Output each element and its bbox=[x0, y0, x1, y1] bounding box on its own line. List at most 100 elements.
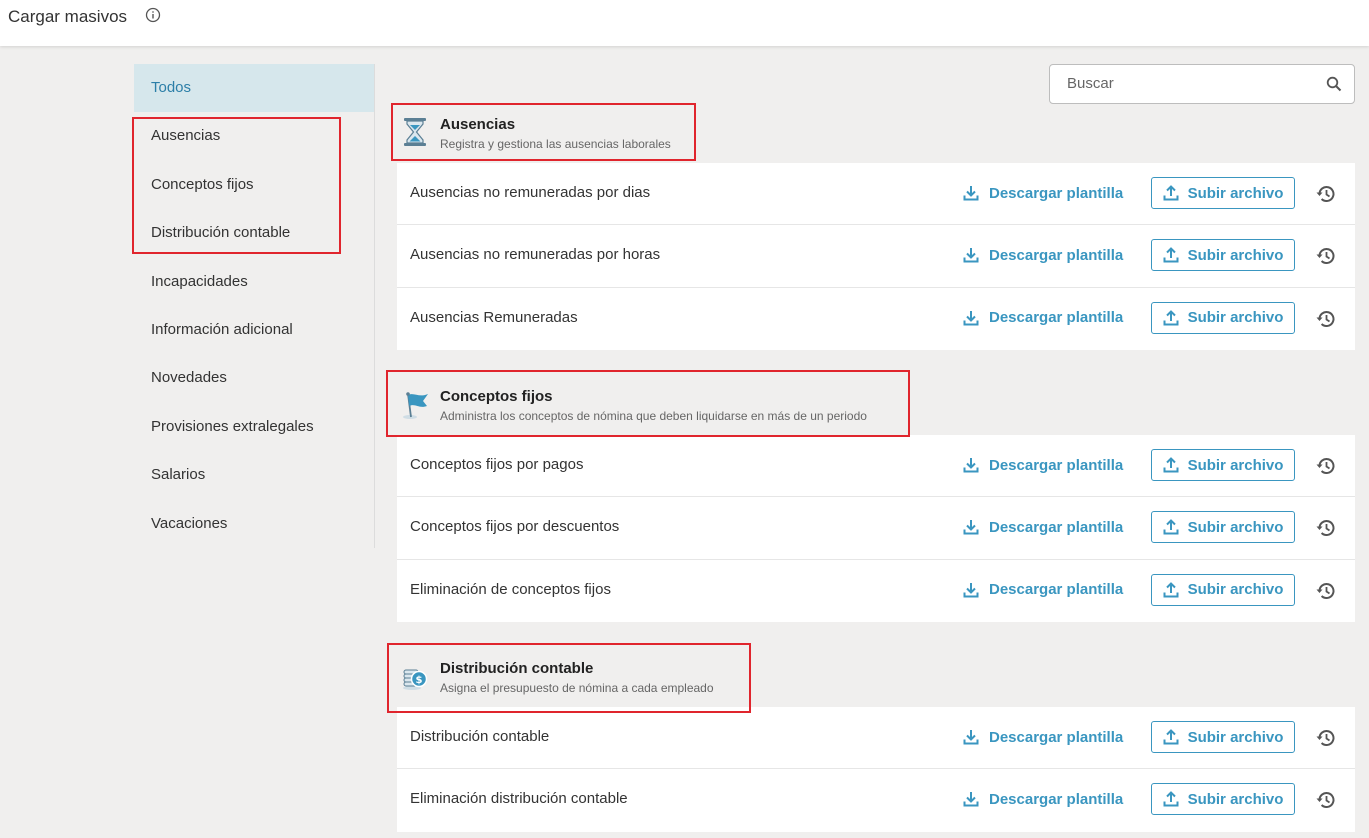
upload-icon bbox=[1163, 185, 1179, 201]
row-label: Eliminación de conceptos fijos bbox=[410, 580, 611, 598]
section-card-ausencias: Ausencias no remuneradas por dias Descar… bbox=[397, 163, 1355, 350]
download-icon bbox=[963, 458, 979, 473]
section-card-distribucion-contable: Distribución contable Descargar plantill… bbox=[397, 707, 1355, 832]
list-item: Conceptos fijos por descuentos Descargar… bbox=[397, 497, 1355, 560]
upload-file-button[interactable]: Subir archivo bbox=[1151, 301, 1295, 334]
section-header-conceptos-fijos: Conceptos fijos Administra los conceptos… bbox=[397, 376, 1097, 434]
history-icon[interactable] bbox=[1315, 308, 1337, 330]
list-item: Eliminación de conceptos fijos Descargar… bbox=[397, 560, 1355, 622]
download-template-link[interactable]: Descargar plantilla bbox=[963, 307, 1123, 329]
list-item: Eliminación distribución contable Descar… bbox=[397, 769, 1355, 831]
download-icon bbox=[963, 520, 979, 535]
row-label: Conceptos fijos por descuentos bbox=[410, 518, 620, 536]
download-label: Descargar plantilla bbox=[989, 518, 1124, 536]
sidebar-item-informacion-adicional[interactable]: Información adicional bbox=[134, 306, 374, 354]
row-label: Eliminación distribución contable bbox=[410, 790, 628, 808]
history-icon[interactable] bbox=[1315, 727, 1337, 749]
download-label: Descargar plantilla bbox=[989, 184, 1124, 202]
svg-text:$: $ bbox=[416, 675, 423, 686]
list-item: Ausencias no remuneradas por horas Desca… bbox=[397, 225, 1355, 288]
history-icon[interactable] bbox=[1315, 245, 1337, 267]
upload-icon bbox=[1163, 581, 1179, 598]
category-sidebar: Todos Ausencias Conceptos fijos Distribu… bbox=[134, 64, 374, 548]
section-subtitle: Administra los conceptos de nómina que d… bbox=[440, 409, 867, 423]
upload-file-button[interactable]: Subir archivo bbox=[1151, 177, 1295, 209]
section-title: Ausencias bbox=[440, 116, 516, 133]
sidebar-item-conceptos-fijos[interactable]: Conceptos fijos bbox=[134, 161, 374, 209]
section-header-distribucion-contable: $ Distribución contable Asigna el presup… bbox=[397, 648, 1097, 706]
upload-file-button[interactable]: Subir archivo bbox=[1151, 511, 1295, 544]
row-label: Distribución contable bbox=[410, 728, 550, 745]
download-icon bbox=[963, 792, 979, 807]
upload-file-button[interactable]: Subir archivo bbox=[1151, 449, 1295, 481]
section-card-conceptos-fijos: Conceptos fijos por pagos Descargar plan… bbox=[397, 435, 1355, 622]
download-icon bbox=[963, 730, 979, 745]
upload-file-button[interactable]: Subir archivo bbox=[1151, 573, 1295, 606]
history-icon[interactable] bbox=[1315, 789, 1337, 811]
download-icon bbox=[963, 310, 979, 326]
list-item: Ausencias no remuneradas por dias Descar… bbox=[397, 163, 1355, 226]
upload-file-button[interactable]: Subir archivo bbox=[1151, 783, 1295, 816]
download-icon bbox=[963, 582, 979, 598]
upload-label: Subir archivo bbox=[1187, 456, 1284, 474]
download-label: Descargar plantilla bbox=[989, 246, 1124, 264]
upload-icon bbox=[1163, 309, 1179, 326]
row-label: Ausencias no remuneradas por horas bbox=[410, 246, 661, 264]
download-label: Descargar plantilla bbox=[989, 790, 1124, 808]
upload-file-button[interactable]: Subir archivo bbox=[1151, 721, 1295, 753]
history-icon[interactable] bbox=[1315, 455, 1337, 477]
list-item: Ausencias Remuneradas Descargar plantill… bbox=[397, 288, 1355, 350]
list-item: Distribución contable Descargar plantill… bbox=[397, 707, 1355, 770]
download-label: Descargar plantilla bbox=[989, 309, 1124, 327]
upload-icon bbox=[1163, 791, 1179, 807]
upload-file-button[interactable]: Subir archivo bbox=[1151, 239, 1295, 272]
download-template-link[interactable]: Descargar plantilla bbox=[963, 516, 1123, 538]
info-circle-icon[interactable] bbox=[145, 7, 161, 23]
upload-label: Subir archivo bbox=[1187, 184, 1284, 202]
section-title: Distribución contable bbox=[440, 660, 594, 677]
download-template-link[interactable]: Descargar plantilla bbox=[963, 579, 1123, 601]
sidebar-item-vacaciones[interactable]: Vacaciones bbox=[134, 500, 374, 548]
sidebar-item-novedades[interactable]: Novedades bbox=[134, 354, 374, 402]
upload-icon bbox=[1163, 519, 1179, 535]
sidebar-item-ausencias[interactable]: Ausencias bbox=[134, 112, 374, 160]
download-template-link[interactable]: Descargar plantilla bbox=[963, 454, 1123, 476]
page-title: Cargar masivos bbox=[8, 7, 128, 26]
search-input[interactable] bbox=[1067, 75, 1307, 92]
download-template-link[interactable]: Descargar plantilla bbox=[963, 244, 1123, 266]
row-label: Ausencias no remuneradas por dias bbox=[410, 184, 651, 201]
sidebar-item-provisiones-extralegales[interactable]: Provisiones extralegales bbox=[134, 403, 374, 451]
sidebar-item-distribucion-contable[interactable]: Distribución contable bbox=[134, 209, 374, 257]
download-template-link[interactable]: Descargar plantilla bbox=[963, 788, 1123, 810]
history-icon[interactable] bbox=[1315, 580, 1337, 602]
upload-icon bbox=[1163, 457, 1179, 473]
sidebar-item-salarios[interactable]: Salarios bbox=[134, 451, 374, 499]
upload-label: Subir archivo bbox=[1187, 581, 1284, 599]
coins-dollar-icon: $ bbox=[403, 669, 428, 690]
search-icon[interactable] bbox=[1326, 76, 1342, 92]
history-icon[interactable] bbox=[1315, 183, 1337, 205]
upload-label: Subir archivo bbox=[1187, 246, 1284, 264]
upload-label: Subir archivo bbox=[1187, 728, 1284, 746]
upload-icon bbox=[1163, 247, 1179, 263]
download-template-link[interactable]: Descargar plantilla bbox=[963, 726, 1123, 748]
download-label: Descargar plantilla bbox=[989, 581, 1124, 599]
download-template-link[interactable]: Descargar plantilla bbox=[963, 182, 1123, 204]
upload-label: Subir archivo bbox=[1187, 790, 1284, 808]
download-icon bbox=[963, 186, 979, 201]
search-box[interactable] bbox=[1049, 64, 1355, 104]
sidebar-item-incapacidades[interactable]: Incapacidades bbox=[134, 258, 374, 306]
list-item: Conceptos fijos por pagos Descargar plan… bbox=[397, 435, 1355, 498]
upload-icon bbox=[1163, 729, 1179, 745]
section-subtitle: Registra y gestiona las ausencias labora… bbox=[440, 137, 671, 151]
download-icon bbox=[963, 248, 979, 263]
section-header-ausencias: Ausencias Registra y gestiona las ausenc… bbox=[397, 104, 1097, 162]
upload-label: Subir archivo bbox=[1187, 518, 1284, 536]
flag-icon bbox=[403, 392, 428, 419]
sidebar-divider bbox=[374, 64, 375, 548]
row-label: Ausencias Remuneradas bbox=[410, 308, 578, 326]
top-bar: Cargar masivos bbox=[0, 0, 1369, 46]
history-icon[interactable] bbox=[1315, 517, 1337, 539]
sidebar-item-todos[interactable]: Todos bbox=[134, 64, 374, 113]
download-label: Descargar plantilla bbox=[989, 456, 1124, 474]
